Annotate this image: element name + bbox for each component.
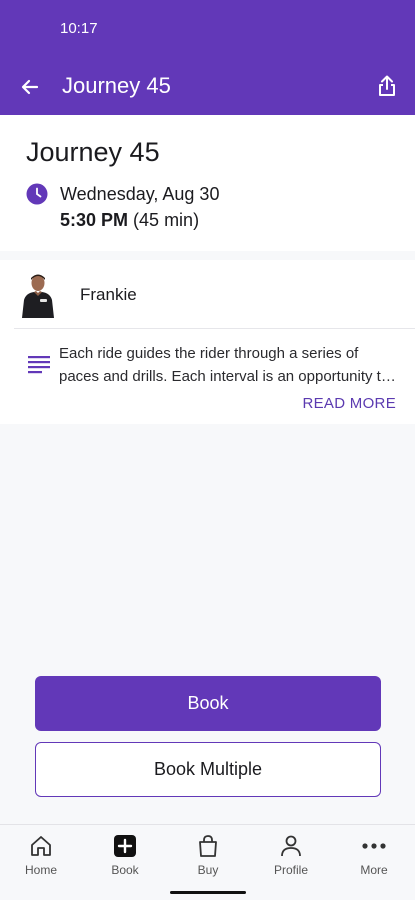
class-time: 5:30 PM (60, 210, 129, 230)
shopping-bag-icon (199, 835, 217, 857)
nav-item-more[interactable]: More (339, 833, 409, 881)
status-bar: 10:17 (0, 0, 415, 58)
nav-label-home: Home (24, 863, 57, 877)
nav-label-profile: Profile (273, 863, 308, 877)
app-bar-title: Journey 45 (62, 73, 171, 98)
person-icon (281, 835, 301, 857)
nav-item-profile[interactable]: Profile (256, 833, 326, 881)
instructor-row[interactable]: Frankie (0, 260, 415, 328)
class-date: Wednesday, Aug 30 (60, 184, 220, 204)
nav-item-book[interactable]: Book (90, 833, 160, 881)
class-duration: (45 min) (133, 210, 200, 230)
home-icon (31, 836, 51, 856)
app-bar: Journey 45 (0, 58, 415, 115)
class-header: Journey 45 Wednesday, Aug 30 5:30 PM (45… (0, 115, 415, 251)
add-box-icon (114, 835, 136, 857)
clock-icon (26, 183, 48, 205)
class-description: Each ride guides the rider through a ser… (59, 345, 390, 385)
divider (14, 328, 415, 329)
class-info-card: Frankie Each ride guides the rider throu… (0, 260, 415, 424)
nav-item-home[interactable]: Home (6, 833, 76, 881)
book-multiple-button[interactable]: Book Multiple (35, 742, 381, 797)
description-icon (28, 356, 50, 374)
nav-label-book: Book (111, 863, 139, 877)
nav-label-more: More (360, 863, 388, 877)
share-button[interactable] (371, 70, 403, 102)
bottom-navigation: Home Book Buy Profile More (0, 824, 415, 900)
read-more-link[interactable]: READ MORE (302, 395, 396, 412)
status-time: 10:17 (60, 20, 98, 37)
nav-item-buy[interactable]: Buy (173, 833, 243, 881)
share-icon (379, 75, 395, 96)
instructor-avatar (20, 272, 56, 318)
book-button[interactable]: Book (35, 676, 381, 731)
class-title: Journey 45 (26, 137, 160, 167)
instructor-name: Frankie (80, 285, 137, 304)
nav-label-buy: Buy (197, 863, 219, 877)
arrow-back-icon (21, 79, 39, 95)
home-indicator (170, 891, 246, 894)
class-time-row: 5:30 PM (45 min) (60, 210, 199, 231)
back-button[interactable] (14, 71, 46, 103)
more-dots-icon (362, 843, 386, 849)
